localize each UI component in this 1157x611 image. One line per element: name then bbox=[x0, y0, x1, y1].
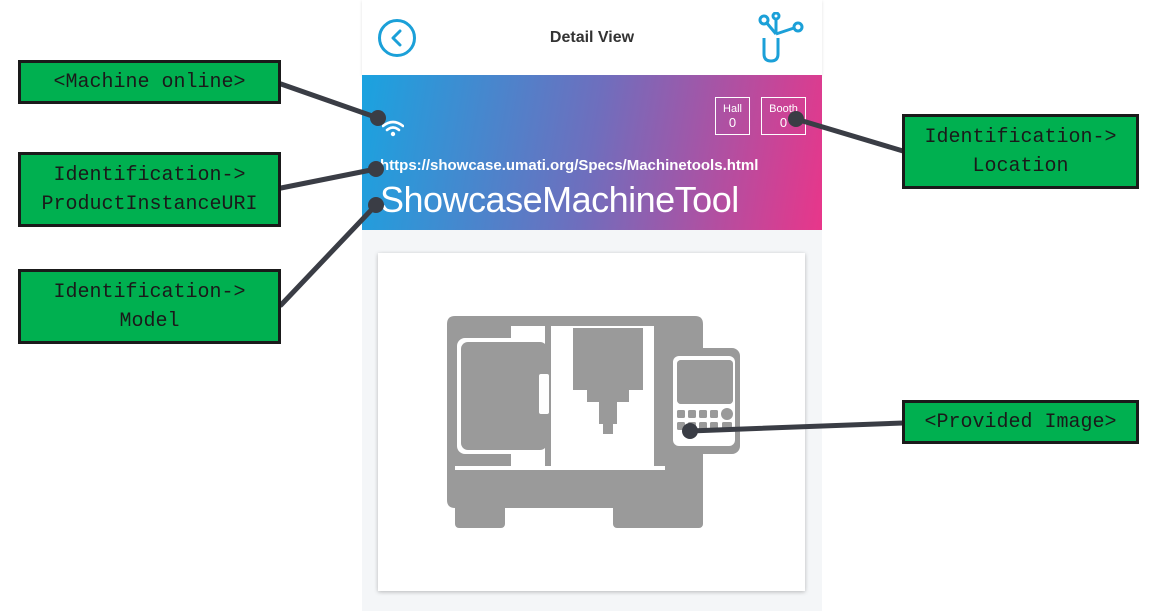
annotation-machine-online: <Machine online> bbox=[18, 60, 281, 104]
annotation-product-instance-uri: Identification-> ProductInstanceURI bbox=[18, 152, 281, 227]
annotation-location: Identification-> Location bbox=[902, 114, 1139, 189]
annotation-model: Identification-> Model bbox=[18, 269, 281, 344]
annotation-provided-image: <Provided Image> bbox=[902, 400, 1139, 444]
